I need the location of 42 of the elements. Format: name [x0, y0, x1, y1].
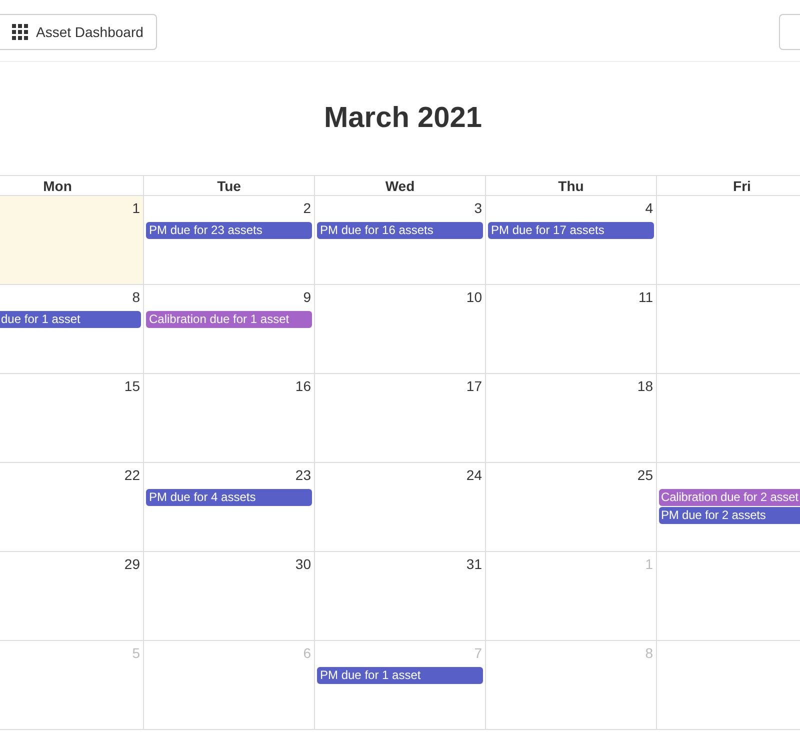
day-number: 24 [466, 466, 482, 485]
day-number: 5 [132, 644, 140, 663]
month-title: March 2021 [323, 101, 483, 135]
day-number: 17 [466, 377, 482, 396]
day-number: 7 [474, 644, 482, 663]
toolbar-button[interactable] [779, 14, 800, 50]
day-number: 23 [295, 466, 311, 485]
day-number: 10 [466, 288, 482, 307]
day-number: 6 [303, 644, 311, 663]
event-bar[interactable]: PM due for 16 assets [317, 222, 483, 239]
day-number: 1 [132, 199, 140, 218]
event-bar[interactable]: PM due for 1 asset [317, 667, 483, 684]
day-number: 11 [638, 288, 653, 307]
day-number: 25 [637, 466, 653, 485]
event-bar[interactable]: PM due for 23 assets [146, 222, 312, 239]
event-bar[interactable]: PM due for 17 assets [488, 222, 654, 239]
day-number: 30 [295, 555, 311, 574]
day-number: 31 [466, 555, 482, 574]
asset-dashboard-button[interactable]: Asset Dashboard [0, 14, 158, 50]
weekday-header: Mon [43, 176, 72, 194]
weekday-header: Fri [733, 176, 751, 194]
day-number: 18 [637, 377, 653, 396]
weekday-header: Wed [385, 176, 415, 194]
day-number: 16 [295, 377, 311, 396]
day-number: 1 [645, 555, 653, 574]
day-number: 8 [132, 288, 140, 307]
day-number: 15 [124, 377, 140, 396]
event-bar[interactable]: due for 1 asset [0, 311, 141, 328]
day-number: 3 [474, 199, 482, 218]
day-number: 22 [124, 466, 140, 485]
event-bar[interactable]: PM due for 2 assets [659, 507, 800, 524]
weekday-header: Thu [558, 176, 584, 194]
day-number: 8 [645, 644, 653, 663]
weekday-header: Tue [217, 176, 241, 194]
event-bar[interactable]: Calibration due for 2 asset [659, 489, 800, 506]
day-number: 29 [124, 555, 140, 574]
day-number: 2 [303, 199, 311, 218]
event-bar[interactable]: Calibration due for 1 asset [146, 311, 312, 328]
day-number: 4 [645, 199, 653, 218]
day-number: 9 [303, 288, 311, 307]
grid-icon [12, 24, 28, 40]
event-bar[interactable]: PM due for 4 assets [146, 489, 312, 506]
